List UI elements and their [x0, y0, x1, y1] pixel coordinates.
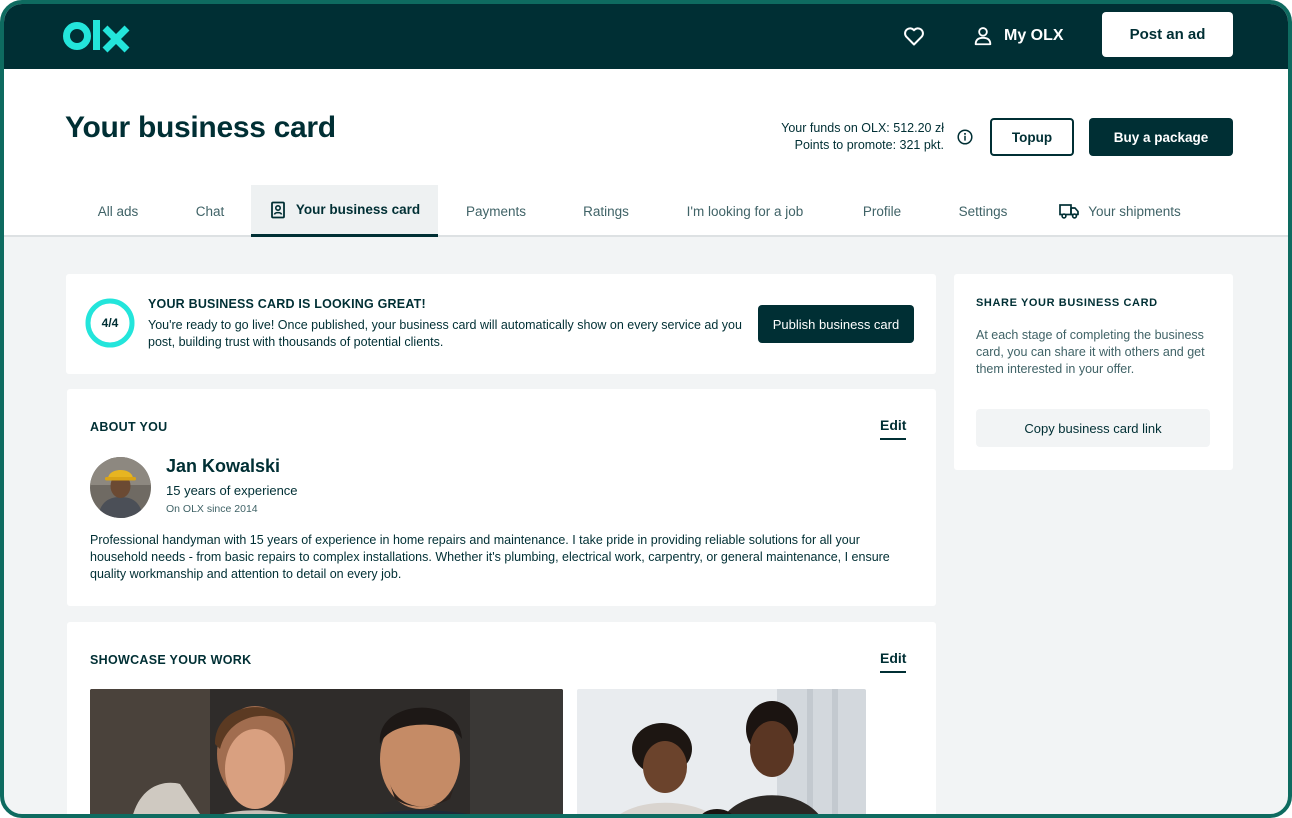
- tab-profile[interactable]: Profile: [850, 185, 914, 237]
- tab-settings[interactable]: Settings: [948, 185, 1018, 237]
- edit-showcase-link[interactable]: Edit: [880, 650, 907, 673]
- progress-count: 4/4: [101, 316, 119, 330]
- info-icon[interactable]: [957, 129, 973, 145]
- section-heading: SHARE YOUR BUSINESS CARD: [976, 297, 1158, 309]
- tab-your-shipments[interactable]: Your shipments: [1056, 185, 1184, 237]
- tab-all-ads[interactable]: All ads: [80, 185, 156, 237]
- status-description: You're ready to go live! Once published,…: [148, 318, 742, 349]
- buy-package-button[interactable]: Buy a package: [1089, 118, 1233, 156]
- showcase-photo[interactable]: [90, 689, 563, 818]
- business-card-status: 4/4 YOUR BUSINESS CARD IS LOOKING GREAT!…: [66, 274, 936, 374]
- tab-label: Ratings: [583, 203, 629, 219]
- tab-looking-for-job[interactable]: I'm looking for a job: [676, 185, 814, 237]
- user-icon: [974, 27, 992, 46]
- section-heading: SHOWCASE YOUR WORK: [90, 653, 252, 667]
- showcase-work-section: SHOWCASE YOUR WORK Edit: [67, 622, 936, 818]
- experience-text: 15 years of experience: [166, 483, 298, 498]
- heart-icon[interactable]: [902, 24, 926, 48]
- account-tabs: All ads Chat Your business card Payments…: [4, 185, 1288, 237]
- funds-balance: Your funds on OLX: 512.20 zł: [781, 121, 944, 135]
- avatar: [90, 457, 151, 518]
- olx-logo[interactable]: [63, 16, 133, 56]
- my-olx-link[interactable]: My OLX: [972, 22, 1064, 50]
- tab-payments[interactable]: Payments: [454, 185, 538, 237]
- tab-your-business-card[interactable]: Your business card: [251, 185, 438, 237]
- tab-ratings[interactable]: Ratings: [570, 185, 642, 237]
- page-title: Your business card: [65, 111, 336, 144]
- tab-label: Your shipments: [1088, 203, 1181, 219]
- topup-button[interactable]: Topup: [990, 118, 1074, 156]
- my-olx-label: My OLX: [1004, 27, 1064, 44]
- bio-text: Professional handyman with 15 years of e…: [90, 533, 890, 581]
- tab-chat[interactable]: Chat: [172, 185, 248, 237]
- person-name: Jan Kowalski: [166, 456, 281, 476]
- tab-label: Profile: [862, 203, 902, 219]
- app-frame: My OLX Post an ad Your business card You…: [0, 0, 1292, 818]
- truck-icon: [1059, 204, 1080, 219]
- edit-about-link[interactable]: Edit: [880, 417, 907, 440]
- business-card-icon: [270, 201, 285, 218]
- about-you-section: ABOUT YOU Edit Jan Kowalski 15 years of …: [67, 389, 936, 606]
- share-business-card-section: SHARE YOUR BUSINESS CARD At each stage o…: [954, 274, 1233, 470]
- member-since: On OLX since 2014: [166, 503, 258, 515]
- tab-label: Settings: [958, 203, 1008, 219]
- tab-label: Your business card: [295, 202, 421, 217]
- section-heading: ABOUT YOU: [90, 420, 168, 434]
- showcase-photo[interactable]: [577, 689, 866, 818]
- tab-label: Payments: [465, 203, 527, 219]
- copy-link-button[interactable]: Copy business card link: [976, 409, 1210, 447]
- promotion-points: Points to promote: 321 pkt.: [794, 138, 944, 152]
- tab-label: I'm looking for a job: [686, 203, 804, 219]
- top-navbar: My OLX Post an ad: [4, 4, 1288, 69]
- funds-summary: Your funds on OLX: 512.20 zł Points to p…: [744, 120, 944, 154]
- post-ad-button[interactable]: Post an ad: [1102, 12, 1233, 57]
- share-description: At each stage of completing the business…: [976, 328, 1205, 376]
- tab-label: All ads: [97, 203, 139, 219]
- page-header: Your business card Your funds on OLX: 51…: [4, 69, 1288, 237]
- status-title: YOUR BUSINESS CARD IS LOOKING GREAT!: [148, 297, 426, 311]
- tab-label: Chat: [195, 203, 225, 219]
- publish-business-card-button[interactable]: Publish business card: [758, 305, 914, 343]
